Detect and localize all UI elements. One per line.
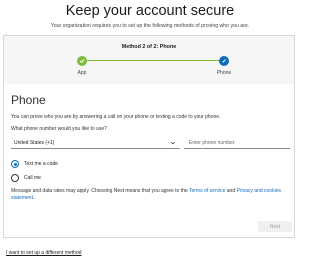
section-title: Phone: [11, 93, 46, 107]
step-phone-current-indicator: [219, 55, 229, 66]
legal-and: and: [225, 188, 237, 194]
call-me-option[interactable]: Call me: [11, 174, 41, 182]
progress-track: [82, 60, 224, 62]
next-button[interactable]: Next: [258, 221, 292, 232]
step-name-app: App: [77, 70, 87, 76]
pencil-icon: [222, 58, 226, 63]
setup-card: Method 2 of 2: Phone App Phone Phone You…: [3, 35, 295, 238]
terms-of-service-link[interactable]: Terms of service: [189, 188, 225, 194]
progress-header: Method 2 of 2: Phone App Phone: [4, 36, 294, 84]
legal-prefix: Message and data rates may apply. Choosi…: [11, 188, 189, 194]
page-title: Keep your account secure: [65, 3, 235, 19]
different-method-link[interactable]: I want to set up a different method: [6, 250, 82, 256]
chevron-down-icon: [170, 141, 176, 145]
legal-suffix: .: [32, 195, 35, 201]
call-me-radio[interactable]: [11, 174, 19, 182]
phone-question-label: What phone number would you like to use?: [11, 126, 107, 132]
country-code-value: United States (+1): [14, 139, 55, 146]
step-app-complete-indicator: [77, 55, 87, 66]
text-me-code-label: Text me a code: [24, 161, 58, 167]
text-me-code-option[interactable]: Text me a code: [11, 160, 58, 168]
legal-notice: Message and data rates may apply. Choosi…: [11, 188, 293, 202]
page-subtitle: Your organization requires you to set up…: [50, 23, 250, 29]
call-me-label: Call me: [24, 175, 41, 181]
step-name-phone: Phone: [216, 70, 232, 76]
method-step-label: Method 2 of 2: Phone: [121, 44, 177, 50]
checkmark-icon: [79, 58, 85, 63]
phone-number-input[interactable]: [184, 137, 290, 149]
phone-description: You can prove who you are by answering a…: [11, 114, 221, 120]
country-code-select[interactable]: United States (+1): [11, 137, 180, 149]
text-me-code-radio[interactable]: [11, 160, 19, 168]
